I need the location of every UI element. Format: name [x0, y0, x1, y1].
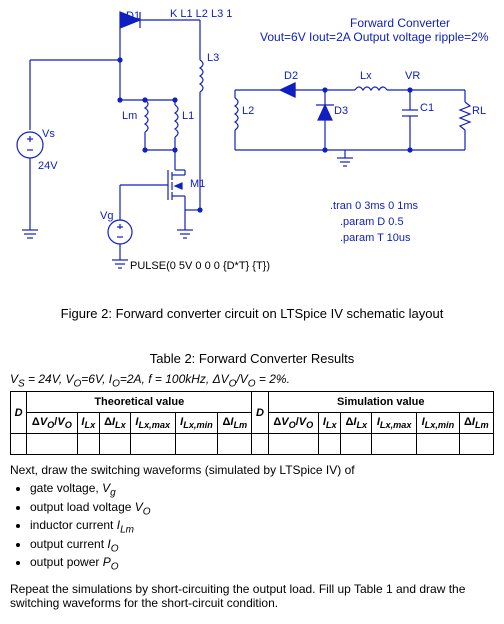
label-l1: L1 — [182, 110, 194, 122]
bullet-vo: output load voltage VO — [30, 500, 494, 517]
label-vg: Vg — [100, 210, 113, 222]
th-dilx-2: ΔILx — [341, 413, 372, 434]
label-d3: D3 — [334, 105, 348, 117]
waveform-list: gate voltage, Vg output load voltage VO … — [30, 481, 494, 572]
bullet-po: output power PO — [30, 555, 494, 572]
label-paramT: .param T 10us — [340, 232, 411, 244]
label-pulse: PULSE(0 5V 0 0 0 {D*T} {T}) — [130, 260, 270, 272]
bullet-io: output current IO — [30, 537, 494, 554]
bullet-ilm: inductor current ILm — [30, 518, 494, 535]
col-D1: D — [11, 392, 27, 434]
label-m1: M1 — [190, 178, 205, 190]
label-lm: Lm — [122, 110, 137, 122]
label-lx: Lx — [360, 70, 372, 82]
table-row — [11, 434, 494, 455]
th-ilxmin-1: ILx,min — [175, 413, 218, 434]
label-paramD: .param D 0.5 — [340, 216, 404, 228]
label-d1: D1 — [126, 10, 140, 22]
label-d2: D2 — [284, 70, 298, 82]
col-D2: D — [252, 392, 268, 434]
label-c1: C1 — [420, 102, 434, 114]
figure-caption: Figure 2: Forward converter circuit on L… — [10, 306, 494, 321]
bullet-vg: gate voltage, Vg — [30, 481, 494, 498]
label-title2: Vout=6V Iout=2A Output voltage ripple=2% — [260, 30, 504, 44]
label-rl: RL — [472, 105, 486, 117]
label-vr: VR — [405, 70, 420, 82]
label-24v: 24V — [38, 160, 58, 172]
th-dilm-1: ΔILm — [218, 413, 252, 434]
table-conditions: VS = 24V, VO=6V, IO=2A, f = 100kHz, ΔVO/… — [10, 372, 494, 389]
th-ilx-2: ILx — [319, 413, 341, 434]
label-coupling: K L1 L2 L3 1 — [170, 8, 232, 20]
schematic-svg — [10, 10, 494, 290]
group-theoretical: Theoretical value — [27, 392, 252, 413]
closing-text: Repeat the simulations by short-circuiti… — [10, 582, 494, 610]
th-dvv-1: ΔVO/VO — [27, 413, 78, 434]
label-vs: Vs — [42, 128, 55, 140]
group-simulation: Simulation value — [268, 392, 493, 413]
results-table: D Theoretical value D Simulation value Δ… — [10, 391, 494, 455]
label-title1: Forward Converter — [300, 16, 500, 30]
label-l3: L3 — [207, 52, 219, 64]
table-caption: Table 2: Forward Converter Results — [10, 351, 494, 366]
label-l2: L2 — [242, 105, 254, 117]
th-dilx-1: ΔILx — [99, 413, 130, 434]
next-intro: Next, draw the switching waveforms (simu… — [10, 463, 494, 477]
label-tran: .tran 0 3ms 0 1ms — [330, 200, 418, 212]
schematic-diagram: D1 K L1 L2 L3 1 Forward Converter Vout=6… — [10, 10, 494, 290]
th-ilxmax-2: ILx,max — [372, 413, 417, 434]
th-ilxmax-1: ILx,max — [130, 413, 175, 434]
th-ilxmin-2: ILx,min — [417, 413, 460, 434]
th-ilx-1: ILx — [77, 413, 99, 434]
th-dvv-2: ΔVO/VO — [268, 413, 319, 434]
th-dilm-2: ΔILm — [459, 413, 493, 434]
